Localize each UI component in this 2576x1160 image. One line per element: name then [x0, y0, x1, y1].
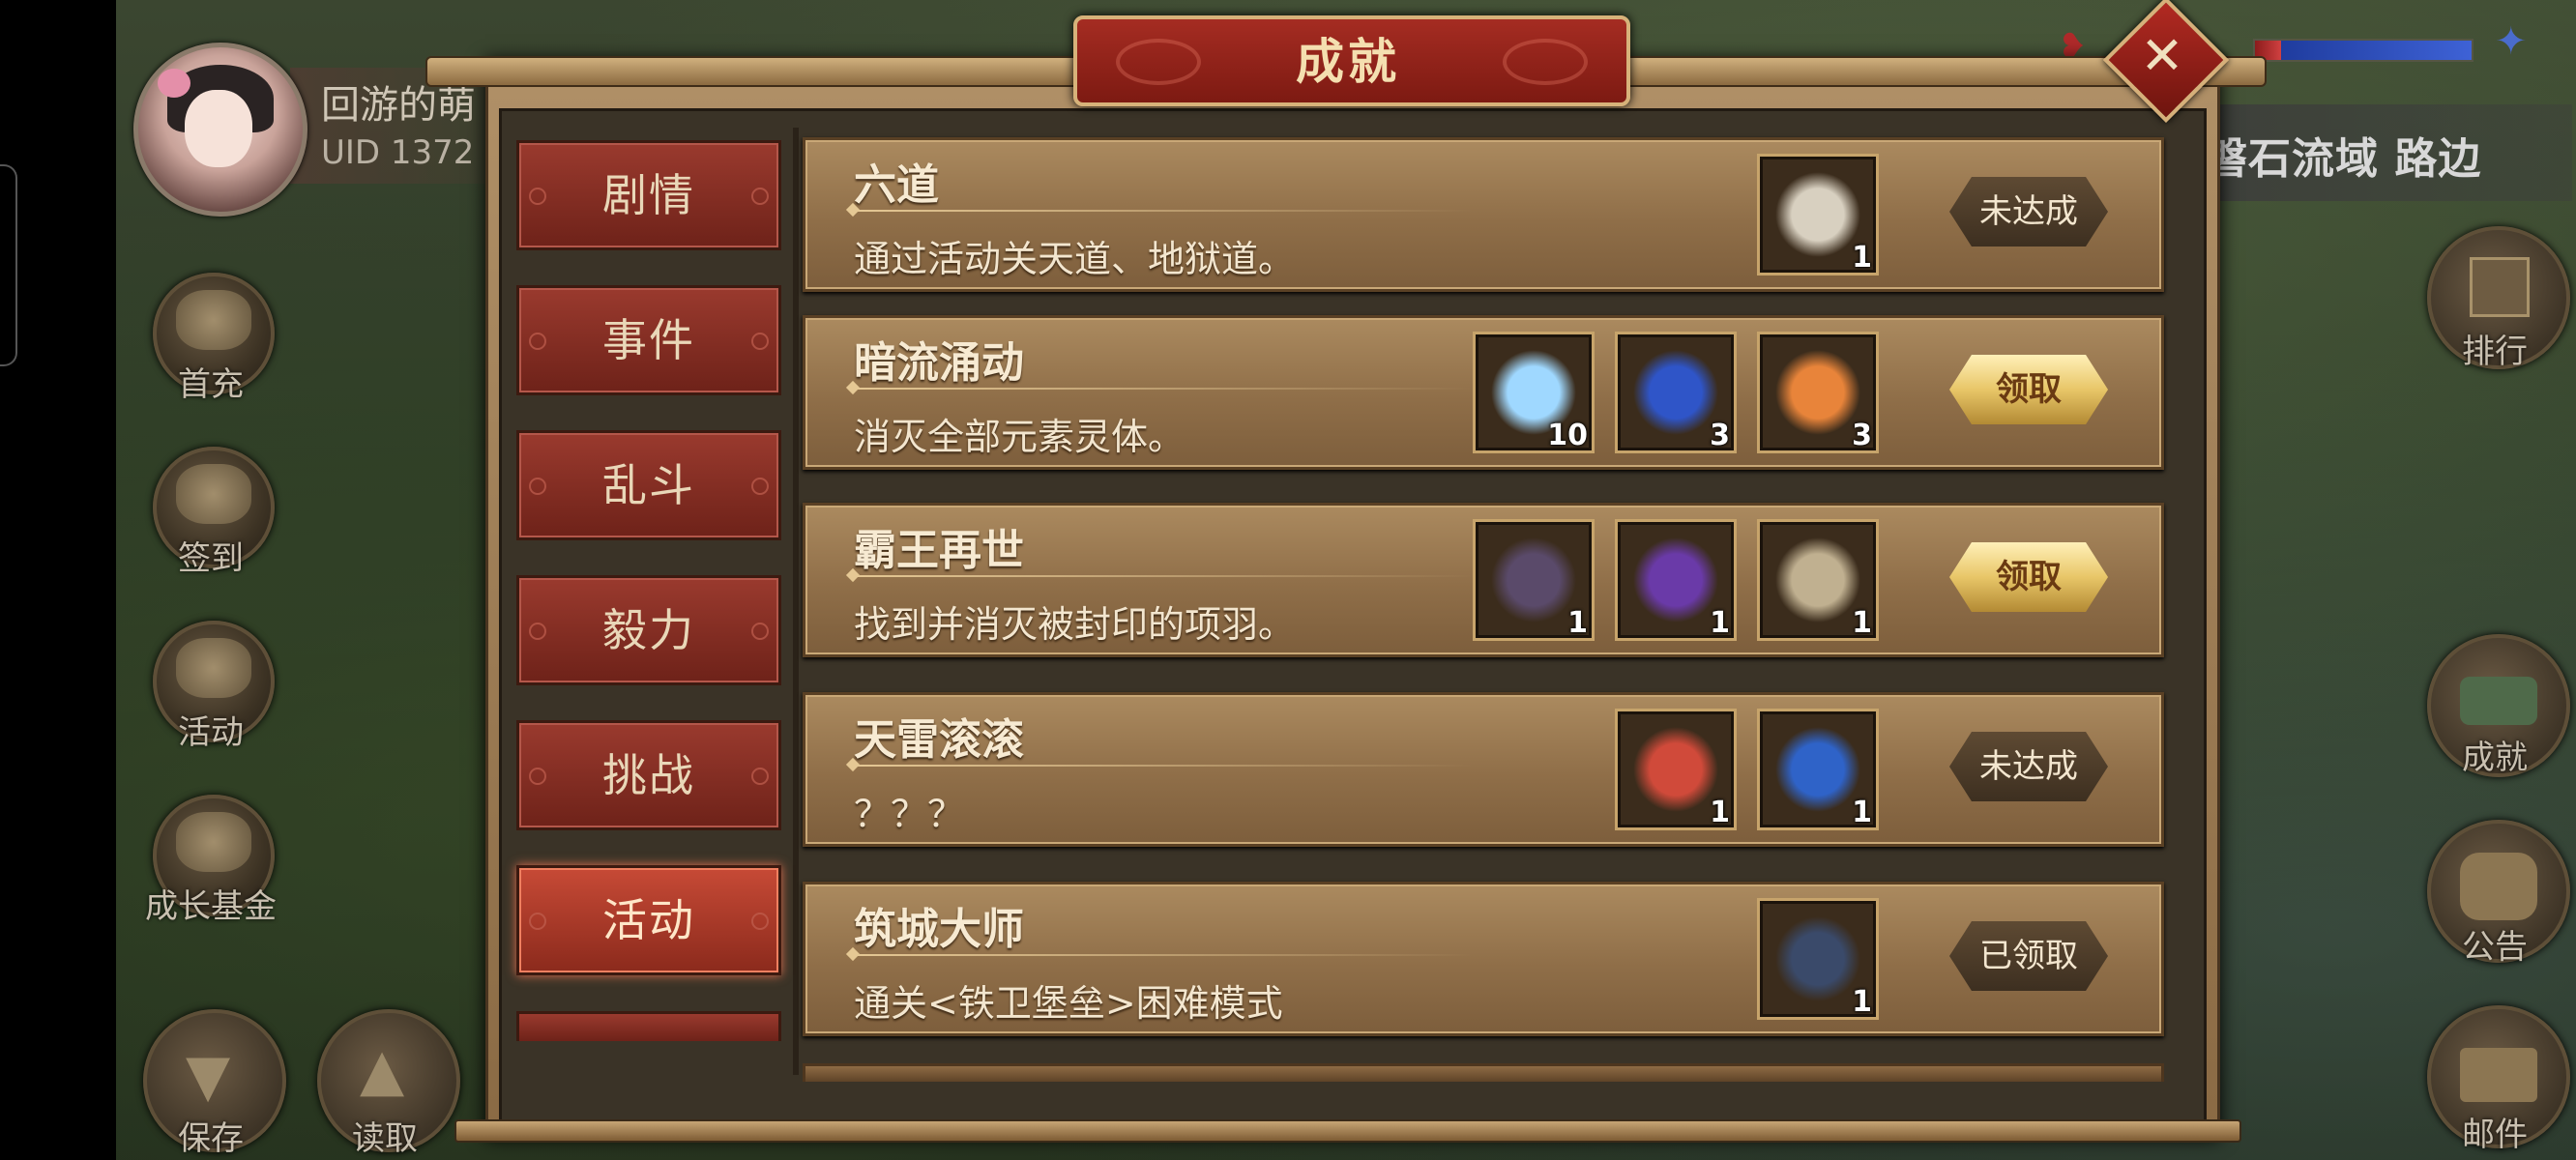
- load-label: 读取: [352, 1119, 418, 1158]
- tab-activity[interactable]: 活动: [516, 865, 781, 975]
- tab-events[interactable]: 事件: [516, 285, 781, 395]
- avatar-face: [185, 90, 252, 167]
- reward-qty: 1: [1567, 606, 1588, 640]
- screen-edge-handle: [0, 164, 17, 366]
- status-label: 领取: [1996, 370, 2062, 409]
- reward-item[interactable]: 1: [1757, 519, 1879, 641]
- reward-item[interactable]: 3: [1615, 332, 1737, 453]
- achievement-desc: 通关<铁卫堡垒>困难模式: [854, 982, 1283, 1025]
- divider-line: [854, 388, 1473, 390]
- reward-item[interactable]: 1: [1757, 898, 1879, 1020]
- scroll-brush-icon: [176, 464, 251, 524]
- ranking-label: 排行: [2462, 333, 2528, 371]
- achievement-row: 天雷滚滚 ？？？ 1 1 未达成: [803, 692, 2164, 847]
- tab-story[interactable]: 剧情: [516, 140, 781, 250]
- status-label: 已领取: [1979, 937, 2078, 975]
- player-uid: UID 1372: [321, 133, 475, 172]
- save-label: 保存: [178, 1119, 244, 1158]
- avatar-flower-ornament: [158, 69, 190, 98]
- divider-line: [854, 765, 1473, 767]
- tab-perseverance[interactable]: 毅力: [516, 575, 781, 685]
- location-text: 磐石流域 路边: [2205, 134, 2482, 184]
- treasure-icon: [176, 638, 251, 698]
- achievement-desc: 通过活动关天道、地狱道。: [854, 238, 1296, 280]
- reward-item[interactable]: 10: [1473, 332, 1595, 453]
- event-label: 活动: [178, 713, 244, 752]
- player-avatar[interactable]: [133, 43, 307, 217]
- status-button[interactable]: 未达成: [1949, 732, 2108, 801]
- status-label: 领取: [1996, 558, 2062, 596]
- tab-brawl[interactable]: 乱斗: [516, 430, 781, 540]
- growth-fund-label: 成长基金: [145, 887, 277, 926]
- tab-label: 事件: [602, 314, 695, 366]
- sign-in-label: 签到: [178, 539, 244, 578]
- mail-label: 邮件: [2462, 1116, 2528, 1154]
- achievement-label: 成就: [2462, 739, 2528, 777]
- divider-line: [854, 210, 1473, 212]
- tab-challenge[interactable]: 挑战: [516, 720, 781, 830]
- reward-item[interactable]: 1: [1757, 709, 1879, 830]
- tab-label: 剧情: [602, 169, 695, 221]
- tab-partial[interactable]: [516, 1011, 781, 1041]
- first-recharge-label: 首充: [178, 365, 244, 404]
- achievement-row: 六道 通过活动关天道、地狱道。 1 未达成: [803, 137, 2164, 292]
- divider-line: [854, 954, 1473, 956]
- achievement-desc: 找到并消灭被封印的项羽。: [854, 603, 1296, 646]
- achievement-desc: ？？？: [854, 793, 965, 835]
- mana-fill: [2280, 41, 2472, 60]
- ranking-board-icon: [2470, 257, 2530, 317]
- achievement-title: 筑城大师: [854, 905, 1024, 954]
- status-label: 未达成: [1979, 192, 2078, 231]
- divider-line: [854, 575, 1473, 577]
- tab-label: 活动: [602, 894, 695, 946]
- achievement-desc: 消灭全部元素灵体。: [854, 416, 1186, 458]
- scroll-notice-icon: [2460, 853, 2537, 920]
- reward-qty: 3: [1852, 419, 1872, 452]
- achievement-title: 天雷滚滚: [854, 715, 1024, 765]
- reward-qty: 1: [1852, 241, 1872, 275]
- status-label: 未达成: [1979, 747, 2078, 786]
- reward-item[interactable]: 1: [1615, 519, 1737, 641]
- list-scroll-track[interactable]: [793, 128, 799, 1075]
- reward-qty: 1: [1710, 796, 1730, 829]
- tab-label: 挑战: [602, 749, 695, 801]
- achievement-row: 霸王再世 找到并消灭被封印的项羽。 1 1 1 领取: [803, 503, 2164, 657]
- health-mana-bar: [2253, 39, 2474, 62]
- notice-label: 公告: [2462, 928, 2528, 967]
- tab-label: 乱斗: [602, 459, 695, 511]
- achievement-title: 六道: [854, 160, 939, 210]
- achievement-icon: [2460, 677, 2537, 725]
- reward-item[interactable]: 1: [1473, 519, 1595, 641]
- load-up-arrow-icon: ▲: [360, 1036, 405, 1104]
- claim-button[interactable]: 领取: [1949, 355, 2108, 424]
- achievement-row: 筑城大师 通关<铁卫堡垒>困难模式 1 已领取: [803, 882, 2164, 1036]
- reward-qty: 3: [1710, 419, 1730, 452]
- achievement-row: 暗流涌动 消灭全部元素灵体。 10 3 3 领取: [803, 315, 2164, 470]
- blue-mana-icon: ✦: [2495, 19, 2528, 64]
- reward-item[interactable]: 3: [1757, 332, 1879, 453]
- close-icon[interactable]: ✕: [2122, 15, 2203, 97]
- reward-qty: 1: [1852, 796, 1872, 829]
- reward-qty: 1: [1852, 606, 1872, 640]
- reward-item[interactable]: 1: [1757, 154, 1879, 276]
- plant-icon: [176, 812, 251, 872]
- claim-button[interactable]: 领取: [1949, 542, 2108, 612]
- achievement-row-partial: [803, 1063, 2164, 1082]
- tab-label: 毅力: [602, 604, 695, 656]
- panel-bottom-frame: [454, 1119, 2241, 1143]
- reward-qty: 1: [1852, 985, 1872, 1019]
- reward-qty: 10: [1547, 419, 1588, 452]
- reward-qty: 1: [1710, 606, 1730, 640]
- achievement-title: 霸王再世: [854, 526, 1024, 575]
- panel-title: 成就: [1296, 34, 1400, 90]
- reward-item[interactable]: 1: [1615, 709, 1737, 830]
- achievement-title: 暗流涌动: [854, 338, 1024, 388]
- gift-icon: [176, 290, 251, 350]
- status-button[interactable]: 未达成: [1949, 177, 2108, 246]
- status-button[interactable]: 已领取: [1949, 921, 2108, 991]
- mail-icon: [2460, 1048, 2537, 1102]
- save-down-arrow-icon: ▼: [186, 1042, 231, 1110]
